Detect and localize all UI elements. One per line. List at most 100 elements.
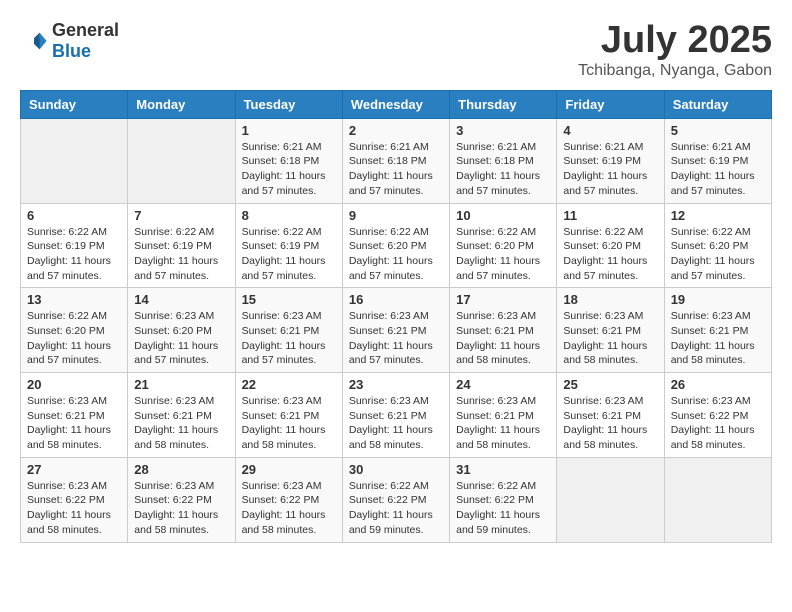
day-info: Sunrise: 6:23 AM Sunset: 6:21 PM Dayligh… <box>27 394 121 453</box>
day-number: 18 <box>563 292 657 307</box>
day-info: Sunrise: 6:22 AM Sunset: 6:22 PM Dayligh… <box>349 479 443 538</box>
calendar-cell: 1Sunrise: 6:21 AM Sunset: 6:18 PM Daylig… <box>235 118 342 203</box>
day-number: 20 <box>27 377 121 392</box>
day-number: 21 <box>134 377 228 392</box>
page-header: General Blue July 2025 Tchibanga, Nyanga… <box>20 20 772 80</box>
day-number: 12 <box>671 208 765 223</box>
day-number: 10 <box>456 208 550 223</box>
calendar-week-row: 6 Sunrise: 6:22 AM Sunset: 6:19 PM Daylig… <box>21 203 772 288</box>
column-header-saturday: Saturday <box>664 90 771 118</box>
logo: General Blue <box>20 20 119 62</box>
day-number: 14 <box>134 292 228 307</box>
calendar-cell: 26 Sunrise: 6:23 AM Sunset: 6:22 PM Dayli… <box>664 373 771 458</box>
calendar-cell: 28 Sunrise: 6:23 AM Sunset: 6:22 PM Dayli… <box>128 457 235 542</box>
calendar-cell: 27 Sunrise: 6:23 AM Sunset: 6:22 PM Dayli… <box>21 457 128 542</box>
day-info: Sunrise: 6:22 AM Sunset: 6:20 PM Dayligh… <box>671 225 765 284</box>
day-info: Sunrise: 6:22 AM Sunset: 6:20 PM Dayligh… <box>27 309 121 368</box>
day-number: 16 <box>349 292 443 307</box>
calendar-cell: 24 Sunrise: 6:23 AM Sunset: 6:21 PM Dayli… <box>450 373 557 458</box>
calendar-cell: 16 Sunrise: 6:23 AM Sunset: 6:21 PM Dayli… <box>342 288 449 373</box>
day-info: Sunrise: 6:23 AM Sunset: 6:21 PM Dayligh… <box>671 309 765 368</box>
day-number: 7 <box>134 208 228 223</box>
day-number: 29 <box>242 462 336 477</box>
location-subtitle: Tchibanga, Nyanga, Gabon <box>578 62 772 80</box>
calendar-cell: 15 Sunrise: 6:23 AM Sunset: 6:21 PM Dayli… <box>235 288 342 373</box>
day-info: Sunrise: 6:23 AM Sunset: 6:22 PM Dayligh… <box>134 479 228 538</box>
column-header-tuesday: Tuesday <box>235 90 342 118</box>
day-number: 4 <box>563 123 657 138</box>
day-number: 28 <box>134 462 228 477</box>
day-number: 3 <box>456 123 550 138</box>
calendar-cell: 6Sunrise: 6:22 AM Sunset: 6:19 PM Daylig… <box>21 203 128 288</box>
day-info: Sunrise: 6:21 AM Sunset: 6:19 PM Dayligh… <box>563 140 657 199</box>
day-info: Sunrise: 6:21 AM Sunset: 6:18 PM Dayligh… <box>349 140 443 199</box>
calendar-cell: 20 Sunrise: 6:23 AM Sunset: 6:21 PM Dayli… <box>21 373 128 458</box>
calendar-cell: 10 Sunrise: 6:22 AM Sunset: 6:20 PM Dayli… <box>450 203 557 288</box>
logo-blue: Blue <box>52 41 91 61</box>
day-info: Sunrise: 6:23 AM Sunset: 6:21 PM Dayligh… <box>456 394 550 453</box>
day-number: 9 <box>349 208 443 223</box>
calendar-cell: 29 Sunrise: 6:23 AM Sunset: 6:22 PM Dayli… <box>235 457 342 542</box>
day-number: 24 <box>456 377 550 392</box>
calendar-cell: 8Sunrise: 6:22 AM Sunset: 6:19 PM Daylig… <box>235 203 342 288</box>
calendar-cell: 12 Sunrise: 6:22 AM Sunset: 6:20 PM Dayli… <box>664 203 771 288</box>
day-number: 27 <box>27 462 121 477</box>
calendar-header-row: SundayMondayTuesdayWednesdayThursdayFrid… <box>21 90 772 118</box>
day-number: 26 <box>671 377 765 392</box>
calendar-cell: 23Sunrise: 6:23 AM Sunset: 6:21 PM Dayli… <box>342 373 449 458</box>
column-header-friday: Friday <box>557 90 664 118</box>
logo-text: General Blue <box>52 20 119 62</box>
day-number: 2 <box>349 123 443 138</box>
calendar-cell: 18Sunrise: 6:23 AM Sunset: 6:21 PM Dayli… <box>557 288 664 373</box>
day-info: Sunrise: 6:21 AM Sunset: 6:18 PM Dayligh… <box>456 140 550 199</box>
day-number: 5 <box>671 123 765 138</box>
column-header-wednesday: Wednesday <box>342 90 449 118</box>
calendar-cell: 3 Sunrise: 6:21 AM Sunset: 6:18 PM Daylig… <box>450 118 557 203</box>
day-info: Sunrise: 6:23 AM Sunset: 6:22 PM Dayligh… <box>242 479 336 538</box>
calendar-week-row: 20 Sunrise: 6:23 AM Sunset: 6:21 PM Dayli… <box>21 373 772 458</box>
logo-general: General <box>52 20 119 40</box>
day-info: Sunrise: 6:23 AM Sunset: 6:22 PM Dayligh… <box>671 394 765 453</box>
day-info: Sunrise: 6:23 AM Sunset: 6:20 PM Dayligh… <box>134 309 228 368</box>
calendar-table: SundayMondayTuesdayWednesdayThursdayFrid… <box>20 90 772 543</box>
day-info: Sunrise: 6:23 AM Sunset: 6:22 PM Dayligh… <box>27 479 121 538</box>
day-number: 13 <box>27 292 121 307</box>
day-number: 17 <box>456 292 550 307</box>
calendar-cell: 2 Sunrise: 6:21 AM Sunset: 6:18 PM Daylig… <box>342 118 449 203</box>
day-number: 6 <box>27 208 121 223</box>
calendar-cell: 25Sunrise: 6:23 AM Sunset: 6:21 PM Dayli… <box>557 373 664 458</box>
calendar-cell: 31 Sunrise: 6:22 AM Sunset: 6:22 PM Dayli… <box>450 457 557 542</box>
calendar-cell: 21Sunrise: 6:23 AM Sunset: 6:21 PM Dayli… <box>128 373 235 458</box>
column-header-sunday: Sunday <box>21 90 128 118</box>
day-info: Sunrise: 6:22 AM Sunset: 6:22 PM Dayligh… <box>456 479 550 538</box>
day-info: Sunrise: 6:22 AM Sunset: 6:20 PM Dayligh… <box>456 225 550 284</box>
calendar-cell <box>128 118 235 203</box>
column-header-monday: Monday <box>128 90 235 118</box>
day-number: 8 <box>242 208 336 223</box>
day-number: 22 <box>242 377 336 392</box>
day-number: 15 <box>242 292 336 307</box>
calendar-cell: 7 Sunrise: 6:22 AM Sunset: 6:19 PM Daylig… <box>128 203 235 288</box>
calendar-cell: 17 Sunrise: 6:23 AM Sunset: 6:21 PM Dayli… <box>450 288 557 373</box>
day-number: 30 <box>349 462 443 477</box>
calendar-week-row: 13 Sunrise: 6:22 AM Sunset: 6:20 PM Dayli… <box>21 288 772 373</box>
month-year-title: July 2025 <box>578 20 772 62</box>
day-number: 31 <box>456 462 550 477</box>
day-info: Sunrise: 6:22 AM Sunset: 6:19 PM Dayligh… <box>134 225 228 284</box>
calendar-week-row: 27 Sunrise: 6:23 AM Sunset: 6:22 PM Dayli… <box>21 457 772 542</box>
day-info: Sunrise: 6:21 AM Sunset: 6:18 PM Dayligh… <box>242 140 336 199</box>
calendar-cell: 19Sunrise: 6:23 AM Sunset: 6:21 PM Dayli… <box>664 288 771 373</box>
calendar-cell: 9Sunrise: 6:22 AM Sunset: 6:20 PM Daylig… <box>342 203 449 288</box>
day-info: Sunrise: 6:21 AM Sunset: 6:19 PM Dayligh… <box>671 140 765 199</box>
day-info: Sunrise: 6:23 AM Sunset: 6:21 PM Dayligh… <box>242 394 336 453</box>
day-info: Sunrise: 6:23 AM Sunset: 6:21 PM Dayligh… <box>242 309 336 368</box>
calendar-cell: 14 Sunrise: 6:23 AM Sunset: 6:20 PM Dayli… <box>128 288 235 373</box>
day-info: Sunrise: 6:23 AM Sunset: 6:21 PM Dayligh… <box>456 309 550 368</box>
calendar-cell: 13 Sunrise: 6:22 AM Sunset: 6:20 PM Dayli… <box>21 288 128 373</box>
calendar-cell: 22 Sunrise: 6:23 AM Sunset: 6:21 PM Dayli… <box>235 373 342 458</box>
calendar-cell <box>664 457 771 542</box>
day-info: Sunrise: 6:23 AM Sunset: 6:21 PM Dayligh… <box>349 309 443 368</box>
calendar-body: 1Sunrise: 6:21 AM Sunset: 6:18 PM Daylig… <box>21 118 772 542</box>
calendar-cell <box>21 118 128 203</box>
calendar-cell <box>557 457 664 542</box>
